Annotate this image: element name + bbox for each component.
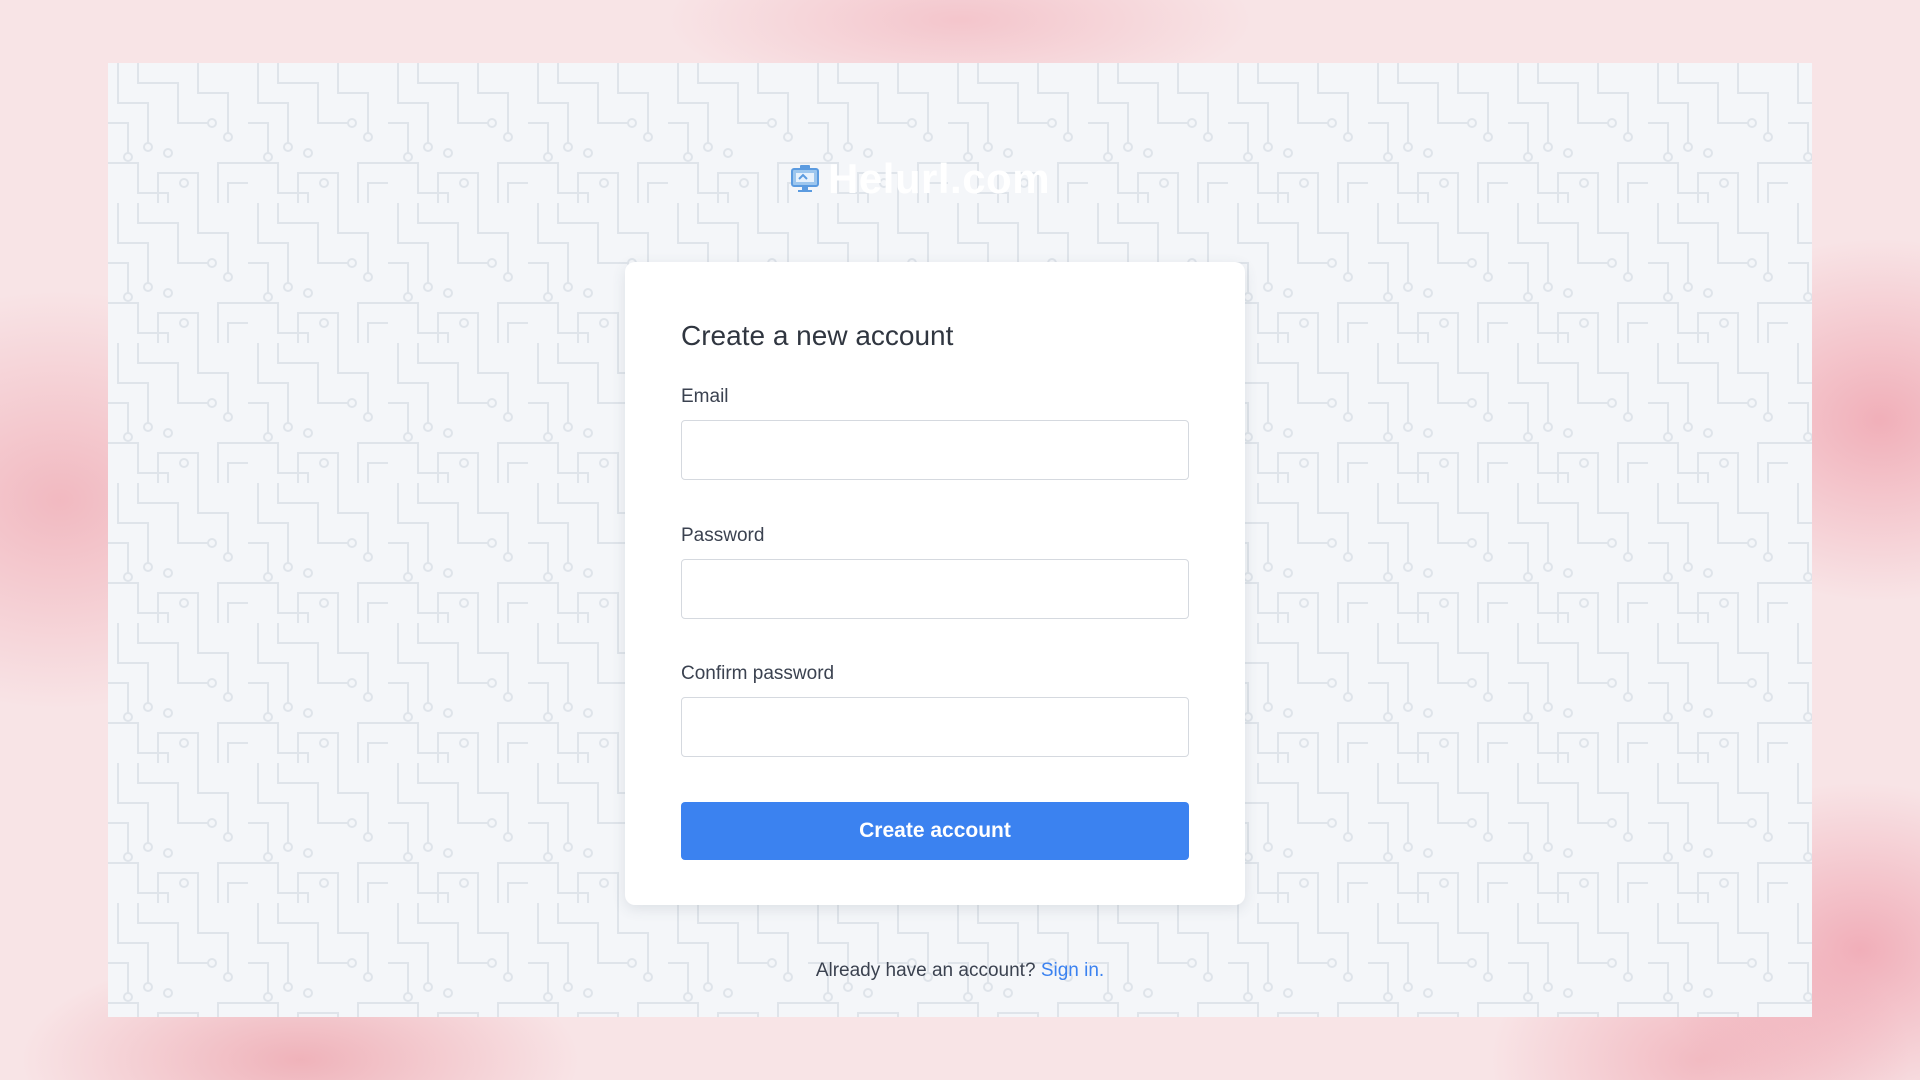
email-field[interactable]: [681, 420, 1189, 480]
password-field[interactable]: [681, 559, 1189, 619]
brand-logo[interactable]: Helurl.com: [790, 158, 1050, 200]
password-label: Password: [681, 525, 765, 546]
sign-in-link[interactable]: Sign in.: [1041, 960, 1104, 981]
signin-prompt-text: Already have an account?: [815, 960, 1036, 981]
create-account-button[interactable]: Create account: [681, 802, 1189, 860]
confirm-password-field[interactable]: [681, 697, 1189, 757]
confirm-password-label: Confirm password: [681, 663, 835, 684]
form-title: Create a new account: [681, 320, 954, 351]
monitor-logo-icon: [790, 164, 820, 194]
email-label: Email: [681, 386, 729, 407]
signup-card: Create a new account Email Password Conf…: [625, 262, 1245, 905]
brand-name: Helurl.com: [828, 155, 1051, 202]
signin-prompt: Already have an account? Sign in.: [0, 960, 1920, 982]
